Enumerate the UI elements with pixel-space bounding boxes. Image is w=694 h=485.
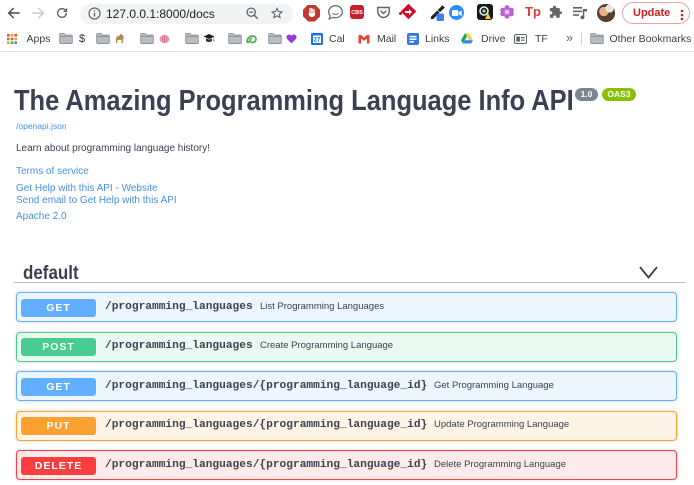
svg-text:27: 27 <box>314 38 321 44</box>
